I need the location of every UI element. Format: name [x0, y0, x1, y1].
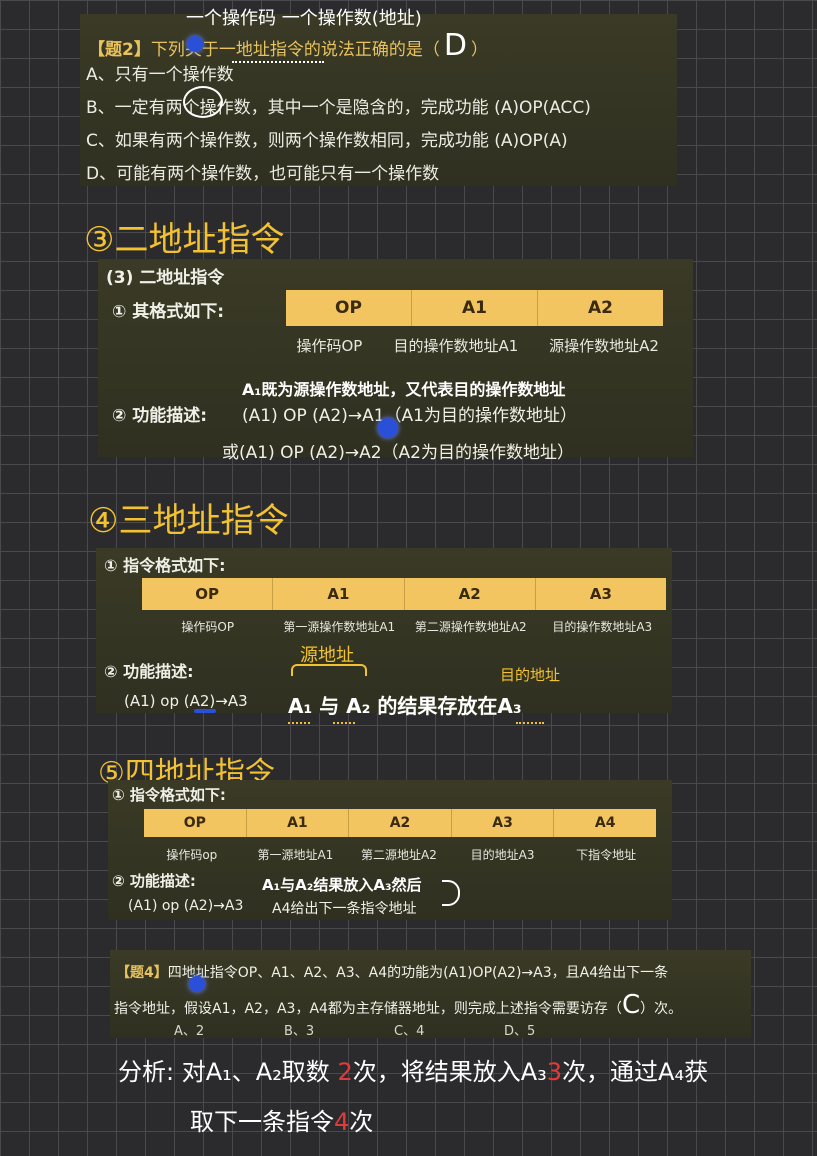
s5-field-a4: A4 — [594, 815, 616, 831]
q4-line-2-text: 指令地址，假设A1，A2，A3，A4都为主存储器地址，则完成上述指令需要访存（ — [114, 1001, 622, 1017]
section-4-heading: ④三地址指令 — [88, 501, 289, 541]
q4-option-d: D、5 — [504, 1024, 536, 1039]
s4-squiggle-a1 — [288, 718, 310, 724]
analysis-line-1: 分析: 对A₁、A₂取数 2次，将结果放入A₃3次，通过A₄获 — [118, 1052, 708, 1087]
q2-underline — [232, 55, 324, 63]
s4-note-main: A₁ 与 A₂ 的结果存放在A₃ — [288, 694, 522, 718]
cursor-dot — [189, 976, 205, 992]
s4-format-table: OP A1 A2 A3 — [142, 578, 666, 610]
analysis-label: 分析: — [118, 1058, 175, 1086]
q4-options: A、2 B、3 C、4 D、5 — [174, 1020, 614, 1039]
s4-format-label: ① 指令格式如下: — [104, 556, 226, 575]
s4-brace — [291, 664, 367, 676]
s3-label-op: 操作码OP — [296, 337, 363, 355]
s3-label-a2: 源操作数地址A2 — [549, 337, 659, 355]
analysis-count-1: 2 — [337, 1058, 353, 1086]
cursor-dot — [187, 36, 203, 52]
s5-func-label: ② 功能描述: — [112, 872, 196, 890]
s3-func-label: ② 功能描述: — [112, 406, 208, 426]
s4-func-underline — [194, 709, 216, 713]
s3-field-a1: A1 — [412, 290, 538, 326]
s5-field-a1: A1 — [247, 809, 350, 837]
q4-option-a: A、2 — [174, 1024, 205, 1039]
s5-field-a3: A3 — [452, 809, 555, 837]
s4-field-labels: 操作码OP 第一源操作数地址A1 第二源操作数地址A2 目的操作数地址A3 — [142, 618, 668, 635]
s4-field-a3: A3 — [589, 585, 612, 603]
q4-line-2: 指令地址，假设A1，A2，A3，A4都为主存储器地址，则完成上述指令需要访存（C… — [114, 990, 682, 1020]
q2-option-d: D、可能有两个操作数，也可能只有一个操作数 — [86, 164, 440, 184]
s3-field-a2: A2 — [588, 298, 613, 318]
s4-label-a2: 第二源操作数地址A2 — [414, 620, 527, 634]
analysis-part-3: 次，通过A₄获 — [562, 1058, 709, 1086]
q2-option-a: A、只有一个操作数 — [86, 65, 234, 85]
q2-title-end: ） — [470, 40, 488, 60]
s4-field-a2: A2 — [405, 578, 536, 610]
question-4-panel: 【题4】四地址指令OP、A1、A2、A3、A4的功能为(A1)OP(A2)→A3… — [110, 950, 751, 1039]
s4-label-a1: 第一源操作数地址A1 — [283, 620, 396, 634]
q2-options: A、只有一个操作数 B、一定有两个操作数，其中一个是隐含的，完成功能 (A)OP… — [86, 59, 591, 191]
s4-func-label: ② 功能描述: — [104, 662, 194, 681]
s3-note: A₁既为源操作数地址，又代表目的操作数地址 — [242, 380, 566, 399]
question-2-panel: 【题2】下列关于一地址指令的说法正确的是（ D） A、只有一个操作数 B、一定有两… — [80, 14, 677, 186]
s5-label-op: 操作码op — [166, 848, 218, 862]
section-3-heading: ③二地址指令 — [84, 220, 285, 260]
q4-line-2-end: ）次。 — [640, 1001, 683, 1017]
s5-label-a3: 目的地址A3 — [470, 848, 535, 862]
s3-func-2: 或(A1) OP (A2)→A2（A2为目的操作数地址） — [222, 443, 574, 463]
s3-panel-title: (3) 二地址指令 — [106, 268, 225, 288]
s4-field-a1: A1 — [273, 578, 405, 610]
s3-field-op: OP — [286, 290, 412, 326]
q4-option-c: C、4 — [394, 1024, 425, 1039]
analysis-line-2: 取下一条指令4次 — [190, 1102, 373, 1137]
s5-format-label: ① 指令格式如下: — [112, 786, 226, 804]
cursor-dot — [378, 418, 398, 438]
s3-func-1: (A1) OP (A2)→A1（A1为目的操作数地址） — [242, 406, 577, 426]
s5-label-a4: 下指令地址 — [576, 848, 637, 862]
s3-format-label: ① 其格式如下: — [112, 302, 225, 322]
s3-format-table: OP A1 A2 — [286, 290, 663, 326]
s3-label-a1: 目的操作数地址A1 — [393, 337, 519, 355]
s4-label-op: 操作码OP — [181, 620, 235, 634]
q4-title-tag: 【题4】 — [116, 965, 168, 981]
s4-squiggle-a2 — [333, 718, 355, 724]
s5-label-a2: 第二源地址A2 — [361, 848, 437, 862]
s5-func-tail: A4给出下一条指令地址 — [272, 901, 417, 917]
s4-squiggle-a3 — [516, 718, 544, 724]
s5-field-a2: A2 — [349, 809, 452, 837]
s4-field-op: OP — [142, 578, 274, 610]
q2-option-c: C、如果有两个操作数，则两个操作数相同，完成功能 (A)OP(A) — [86, 131, 568, 151]
section-5-panel: ① 指令格式如下: OP A1 A2 A3 A4 操作码op 第一源地址A1 第… — [108, 780, 672, 920]
analysis-part-1: 对A₁、A₂取数 — [181, 1058, 330, 1086]
analysis-count-3: 4 — [334, 1108, 350, 1136]
q2-option-b: B、一定有两个操作数，其中一个是隐含的，完成功能 (A)OP(ACC) — [86, 98, 591, 118]
section-4-panel: ① 指令格式如下: OP A1 A2 A3 操作码OP 第一源操作数地址A1 第… — [96, 548, 672, 713]
s3-field-labels: 操作码OP 目的操作数地址A1 源操作数地址A2 — [280, 335, 675, 356]
s4-func: (A1) op (A2)→A3 — [124, 692, 248, 710]
s4-label-a3: 目的操作数地址A3 — [552, 620, 653, 634]
s4-note-dst: 目的地址 — [500, 666, 561, 684]
q2-title-tag: 【题2】 — [88, 40, 151, 60]
analysis-part-2: 次，将结果放入A₃ — [352, 1058, 547, 1086]
s5-label-a1: 第一源地址A1 — [257, 848, 334, 862]
q2-annotation: 一个操作码 一个操作数(地址) — [186, 8, 422, 29]
s5-func: (A1) op (A2)→A3 — [128, 898, 244, 914]
q4-line-1-text: 四地址指令OP、A1、A2、A3、A4的功能为(A1)OP(A2)→A3，且A4… — [167, 965, 669, 981]
analysis-part-5: 次 — [349, 1108, 374, 1136]
s5-note: A₁与A₂结果放入A₃然后 — [262, 876, 422, 894]
analysis-count-2: 3 — [546, 1058, 563, 1086]
s5-format-table: OP A1 A2 A3 A4 — [144, 809, 656, 837]
q4-option-b: B、3 — [284, 1024, 315, 1039]
s5-field-op: OP — [144, 809, 247, 837]
analysis-part-4: 取下一条指令 — [190, 1108, 334, 1136]
q2-answer: D — [443, 28, 467, 63]
q2-circle-mark — [183, 86, 223, 118]
q4-answer: C — [621, 990, 641, 1020]
s5-field-labels: 操作码op 第一源地址A1 第二源地址A2 目的地址A3 下指令地址 — [140, 846, 658, 863]
